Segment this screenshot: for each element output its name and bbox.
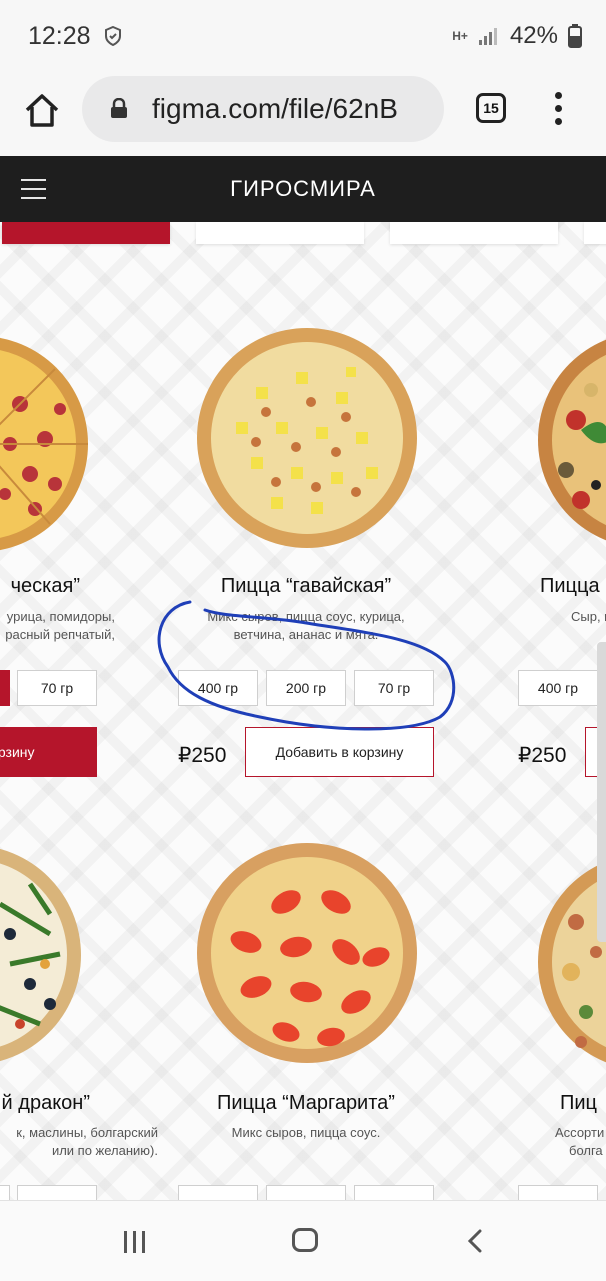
recent-apps-icon[interactable]	[124, 1231, 148, 1253]
back-icon[interactable]	[466, 1229, 484, 1253]
more-options-icon[interactable]	[553, 92, 563, 126]
product-grid: ческая” урица, помидоры, расный репчатый…	[0, 222, 606, 1200]
system-navigation-bar	[0, 1200, 606, 1281]
network-type-icon: H+	[452, 29, 468, 43]
tab-switcher-button[interactable]: 15	[476, 93, 506, 123]
clock: 12:28	[28, 22, 91, 50]
site-title: ГИРОСМИРА	[230, 176, 376, 201]
url-text[interactable]: figma.com/file/62nB	[152, 93, 437, 125]
lock-icon	[111, 98, 127, 118]
status-bar: 12:28 H+ 42%	[0, 0, 606, 74]
home-button-icon[interactable]	[292, 1228, 318, 1252]
home-icon[interactable]	[22, 90, 62, 130]
shield-icon	[105, 26, 121, 46]
site-header: ГИРОСМИРА	[0, 156, 606, 222]
battery-icon	[568, 24, 582, 48]
battery-percent: 42%	[509, 22, 558, 49]
signal-icon	[478, 28, 497, 45]
browser-toolbar: figma.com/file/62nB 15	[0, 74, 606, 156]
address-bar[interactable]: figma.com/file/62nB	[82, 76, 444, 142]
annotation-scribble	[157, 600, 456, 731]
